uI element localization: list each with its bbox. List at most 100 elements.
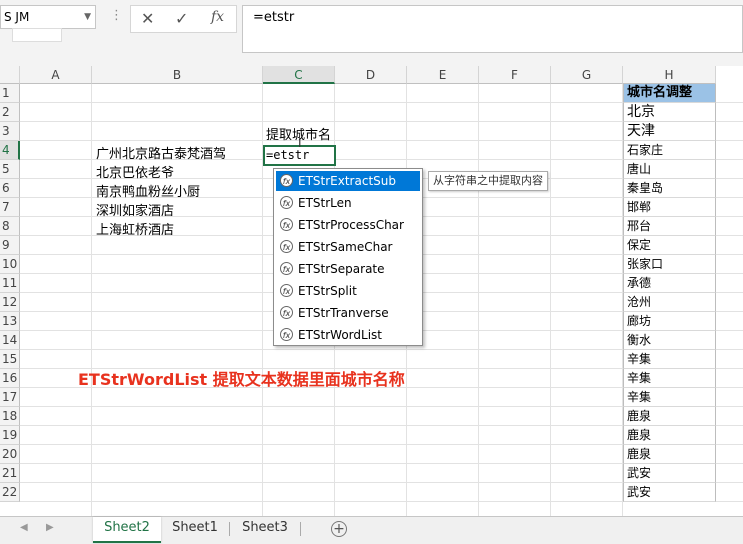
- drag-handle-icon[interactable]: ⋮: [110, 8, 123, 23]
- cell-h6[interactable]: 秦皇岛: [623, 179, 716, 198]
- active-cell-text[interactable]: =etstr: [266, 146, 309, 165]
- column-header-a[interactable]: A: [20, 66, 92, 84]
- row-header-19[interactable]: 19: [0, 426, 20, 445]
- insert-function-icon[interactable]: fx: [211, 9, 224, 25]
- text-cursor-icon: I: [298, 136, 302, 150]
- formula-buttons: ✕ ✓ fx: [130, 5, 237, 33]
- tab-sheet3[interactable]: Sheet3: [234, 517, 296, 541]
- row-header-12[interactable]: 12: [0, 293, 20, 312]
- tab-sheet2[interactable]: Sheet2: [93, 517, 161, 543]
- row-header-1[interactable]: 1: [0, 84, 20, 103]
- cell-h7[interactable]: 邯郸: [623, 198, 716, 217]
- row-header-13[interactable]: 13: [0, 312, 20, 331]
- cell-h17[interactable]: 辛集: [623, 388, 716, 407]
- row-header-16[interactable]: 16: [0, 369, 20, 388]
- row-header-10[interactable]: 10: [0, 255, 20, 274]
- cell-h10[interactable]: 张家口: [623, 255, 716, 274]
- row-header-5[interactable]: 5: [0, 160, 20, 179]
- chevron-down-icon[interactable]: ▼: [84, 6, 91, 28]
- row-header-8[interactable]: 8: [0, 217, 20, 236]
- autocomplete-item-label: ETStrWordList: [298, 328, 382, 342]
- cell-h14[interactable]: 衡水: [623, 331, 716, 350]
- column-header-d[interactable]: D: [335, 66, 407, 84]
- autocomplete-item[interactable]: fx ETStrExtractSub: [276, 171, 420, 191]
- row-header-11[interactable]: 11: [0, 274, 20, 293]
- row-header-4[interactable]: 4: [0, 141, 20, 160]
- row-header-3[interactable]: 3: [0, 122, 20, 141]
- cell-h11[interactable]: 承德: [623, 274, 716, 293]
- cell-h3[interactable]: 天津: [623, 122, 716, 141]
- cell-h22[interactable]: 武安: [623, 483, 716, 502]
- function-tooltip: 从字符串之中提取内容: [428, 171, 548, 191]
- row-header-9[interactable]: 9: [0, 236, 20, 255]
- cell-h13[interactable]: 廊坊: [623, 312, 716, 331]
- tab-sheet1[interactable]: Sheet1: [164, 517, 226, 541]
- function-autocomplete-list[interactable]: fx ETStrExtractSub fx ETStrLen fx ETStrProces…: [273, 168, 423, 346]
- autocomplete-item[interactable]: fx ETStrLen: [276, 193, 420, 213]
- annotation-banner: ETStrWordList 提取文本数据里面城市名称: [78, 370, 405, 389]
- row-header-7[interactable]: 7: [0, 198, 20, 217]
- cancel-icon[interactable]: ✕: [141, 9, 154, 28]
- cell-b8[interactable]: 上海虹桥酒店: [96, 221, 174, 240]
- select-all-corner[interactable]: [0, 66, 20, 84]
- sheet-tab-bar: ◀ ▶ Sheet2 Sheet1 Sheet3 +: [0, 516, 743, 544]
- cell-h18[interactable]: 鹿泉: [623, 407, 716, 426]
- row-header-2[interactable]: 2: [0, 103, 20, 122]
- cell-h4[interactable]: 石家庄: [623, 141, 716, 160]
- column-header-g[interactable]: G: [551, 66, 623, 84]
- autocomplete-item-label: ETStrSameChar: [298, 240, 393, 254]
- tab-divider: [229, 522, 230, 536]
- cell-h16[interactable]: 辛集: [623, 369, 716, 388]
- autocomplete-item-label: ETStrProcessChar: [298, 218, 404, 232]
- cell-h21[interactable]: 武安: [623, 464, 716, 483]
- autocomplete-item[interactable]: fx ETStrProcessChar: [276, 215, 420, 235]
- autocomplete-item[interactable]: fx ETStrSeparate: [276, 259, 420, 279]
- cell-h12[interactable]: 沧州: [623, 293, 716, 312]
- autocomplete-item-label: ETStrSplit: [298, 284, 357, 298]
- function-icon: fx: [280, 174, 293, 187]
- scroll-left-icon[interactable]: ◀: [20, 522, 28, 533]
- row-header-20[interactable]: 20: [0, 445, 20, 464]
- add-sheet-icon[interactable]: +: [331, 521, 347, 537]
- cell-h19[interactable]: 鹿泉: [623, 426, 716, 445]
- cell-h8[interactable]: 邢台: [623, 217, 716, 236]
- cell-h1-header[interactable]: 城市名调整: [623, 84, 716, 103]
- function-icon: fx: [280, 306, 293, 319]
- autocomplete-item-label: ETStrExtractSub: [298, 174, 396, 188]
- name-box[interactable]: S JM ▼: [0, 5, 96, 29]
- function-icon: fx: [280, 240, 293, 253]
- cell-h9[interactable]: 保定: [623, 236, 716, 255]
- function-icon: fx: [280, 218, 293, 231]
- autocomplete-item[interactable]: fx ETStrSameChar: [276, 237, 420, 257]
- enter-icon[interactable]: ✓: [175, 9, 188, 28]
- cell-h5[interactable]: 唐山: [623, 160, 716, 179]
- row-header-6[interactable]: 6: [0, 179, 20, 198]
- column-header-h[interactable]: H: [623, 66, 716, 84]
- autocomplete-item-label: ETStrLen: [298, 196, 352, 210]
- cell-b4[interactable]: 广州北京路古泰梵酒驾: [96, 145, 226, 164]
- autocomplete-item[interactable]: fx ETStrSplit: [276, 281, 420, 301]
- column-header-f[interactable]: F: [479, 66, 551, 84]
- cell-b6[interactable]: 南京鸭血粉丝小厨: [96, 183, 200, 202]
- row-header-17[interactable]: 17: [0, 388, 20, 407]
- autocomplete-item[interactable]: fx ETStrWordList: [276, 325, 420, 345]
- column-header-c[interactable]: C: [263, 66, 335, 84]
- row-header-15[interactable]: 15: [0, 350, 20, 369]
- cell-h15[interactable]: 辛集: [623, 350, 716, 369]
- column-h-city-list: 城市名调整 北京 天津 石家庄 唐山 秦皇岛 邯郸 邢台 保定 张家口 承德 沧州 廊坊 衡水 辛集 辛集 辛集…: [623, 84, 716, 516]
- formula-input[interactable]: =etstr: [242, 5, 743, 53]
- row-header-18[interactable]: 18: [0, 407, 20, 426]
- row-header-14[interactable]: 14: [0, 331, 20, 350]
- autocomplete-item[interactable]: fx ETStrTranverse: [276, 303, 420, 323]
- column-header-e[interactable]: E: [407, 66, 479, 84]
- column-header-b[interactable]: B: [92, 66, 263, 84]
- row-header-21[interactable]: 21: [0, 464, 20, 483]
- row-header-22[interactable]: 22: [0, 483, 20, 502]
- cell-h2[interactable]: 北京: [623, 103, 716, 122]
- name-box-overlay: [12, 28, 62, 42]
- formula-toolbar: S JM ▼ ⋮ ✕ ✓ fx =etstr: [0, 0, 743, 66]
- scroll-right-icon[interactable]: ▶: [46, 522, 54, 533]
- cell-h20[interactable]: 鹿泉: [623, 445, 716, 464]
- cell-b5[interactable]: 北京巴依老爷: [96, 164, 174, 183]
- cell-b7[interactable]: 深圳如家酒店: [96, 202, 174, 221]
